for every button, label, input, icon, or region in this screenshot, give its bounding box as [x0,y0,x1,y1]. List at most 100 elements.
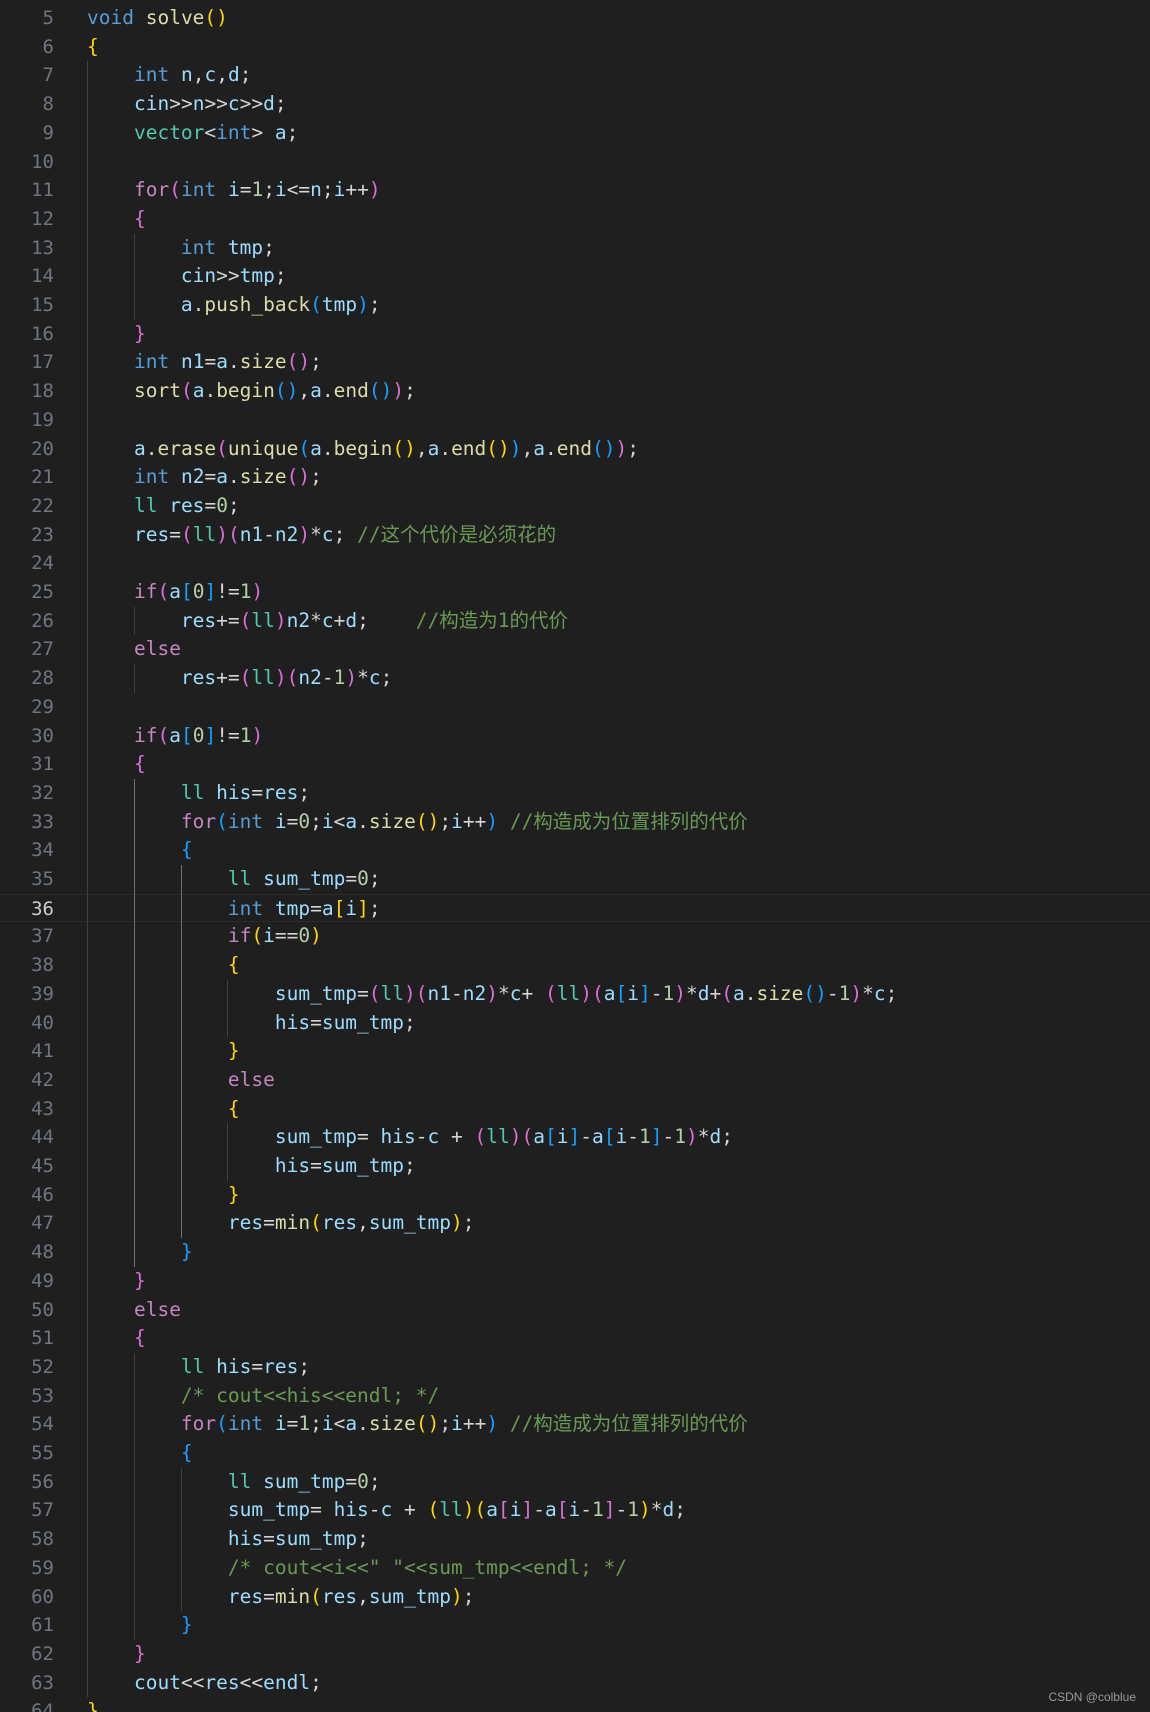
code-line[interactable]: 51 { [0,1324,1150,1353]
code-line[interactable]: 35 ll sum_tmp=0; [0,865,1150,894]
line-number: 6 [42,35,54,58]
code-line[interactable]: 24 [0,549,1150,578]
code-line[interactable]: 27 else [0,635,1150,664]
code-line[interactable]: 37 if(i==0) [0,922,1150,951]
code-line[interactable]: 32 ll his=res; [0,779,1150,808]
code-token: = [357,1125,381,1149]
code-line[interactable]: 55 { [0,1439,1150,1468]
code-line[interactable]: 10 [0,148,1150,177]
code-line[interactable]: 53 /* cout<<his<<endl; */ [0,1382,1150,1411]
code-line[interactable]: 31 { [0,750,1150,779]
code-line[interactable]: 20 a.erase(unique(a.begin(),a.end()),a.e… [0,435,1150,464]
code-token: res [133,522,170,546]
code-line[interactable]: 23 res=(ll)(n1-n2)*c; //这个代价是必须花的 [0,521,1150,550]
code-line[interactable]: 45 his=sum_tmp; [0,1152,1150,1181]
code-line[interactable]: 26 res+=(ll)n2*c+d; //构造为1的代价 [0,607,1150,636]
code-line[interactable]: 11 for(int i=1;i<=n;i++) [0,176,1150,205]
code-line[interactable]: 60 res=min(res,sum_tmp); [0,1583,1150,1612]
code-line[interactable]: 52 ll his=res; [0,1353,1150,1382]
code-token: c [380,1498,393,1522]
code-line[interactable]: 34 { [0,836,1150,865]
code-line[interactable]: 33 for(int i=0;i<a.size();i++) //构造成为位置排… [0,808,1150,837]
code-token: i [627,981,639,1005]
code-token: ++ [462,1412,487,1436]
code-token: n2 [180,465,205,489]
code-line[interactable]: 57 sum_tmp= his-c + (ll)(a[i]-a[i-1]-1)*… [0,1496,1150,1525]
code-line[interactable]: 6{ [0,33,1150,62]
code-line[interactable]: 29 [0,693,1150,722]
code-line[interactable]: 42 else [0,1066,1150,1095]
code-line[interactable]: 25 if(a[0]!=1) [0,578,1150,607]
line-number: 58 [31,1528,54,1551]
code-token: ; [286,120,299,144]
code-line[interactable]: 43 { [0,1095,1150,1124]
code-token: vector [133,120,205,144]
code-line[interactable]: 28 res+=(ll)(n2-1)*c; [0,664,1150,693]
code-line[interactable]: 50 else [0,1296,1150,1325]
code-line[interactable]: 56 ll sum_tmp=0; [0,1468,1150,1497]
code-token: a [345,1412,358,1436]
code-line[interactable]: 17 int n1=a.size(); [0,348,1150,377]
code-line[interactable]: 62 } [0,1640,1150,1669]
code-token: ll [227,867,252,890]
code-token: ( [169,178,181,202]
code-token: >> [216,264,240,288]
code-token: 0 [357,867,369,890]
code-line[interactable]: 18 sort(a.begin(),a.end()); [0,377,1150,406]
code-token: for [180,1412,217,1436]
code-line[interactable]: 49 } [0,1267,1150,1296]
line-code: res+=(ll)(n2-1)*c; [87,664,392,693]
code-line[interactable]: 16 } [0,320,1150,349]
code-token: i [274,1412,287,1436]
code-token: a [533,436,546,460]
line-number: 59 [31,1556,54,1579]
code-token: ; [368,896,381,920]
code-line[interactable]: 58 his=sum_tmp; [0,1525,1150,1554]
code-token: int [227,809,264,833]
code-line[interactable]: 8 cin>>n>>c>>d; [0,90,1150,119]
code-line[interactable]: 36 int tmp=a[i]; [0,893,1150,924]
code-line[interactable]: 19 [0,406,1150,435]
code-token: c [873,981,886,1005]
code-token: , [415,436,428,460]
code-line[interactable]: 9 vector<int> a; [0,119,1150,148]
line-code: sum_tmp=(ll)(n1-n2)*c+ (ll)(a[i]-1)*d+(a… [87,980,898,1009]
code-line[interactable]: 13 int tmp; [0,234,1150,263]
code-line[interactable]: 22 ll res=0; [0,492,1150,521]
code-line[interactable]: 38 { [0,951,1150,980]
code-line[interactable]: 39 sum_tmp=(ll)(n1-n2)*c+ (ll)(a[i]-1)*d… [0,980,1150,1009]
code-line[interactable]: 5 void solve() [0,4,1150,33]
code-line[interactable]: 44 sum_tmp= his-c + (ll)(a[i]-a[i-1]-1)*… [0,1123,1150,1152]
code-line[interactable]: 59 /* cout<<i<<" "<<sum_tmp<<endl; */ [0,1554,1150,1583]
code-line[interactable]: 41 } [0,1037,1150,1066]
code-token: size [239,350,287,374]
code-line[interactable]: 30 if(a[0]!=1) [0,722,1150,751]
line-code: int tmp; [87,234,275,263]
line-number: 10 [31,150,54,173]
code-line[interactable]: 21 int n2=a.size(); [0,463,1150,492]
line-code: int tmp=a[i]; [87,895,381,924]
code-line[interactable]: 63 cout<<res<<endl; [0,1669,1150,1698]
watermark: CSDN @colblue [1048,1690,1136,1704]
code-line[interactable]: 7 int n,c,d; [0,61,1150,90]
code-line[interactable]: 47 res=min(res,sum_tmp); [0,1209,1150,1238]
code-token: = [310,1498,334,1522]
code-line[interactable]: 61 } [0,1611,1150,1640]
line-number: 27 [31,638,54,661]
code-line[interactable]: 54 for(int i=1;i<a.size();i++) //构造成为位置排… [0,1410,1150,1439]
code-line[interactable]: 15 a.push_back(tmp); [0,291,1150,320]
code-token: sum_tmp [263,867,346,890]
code-line[interactable]: 48 } [0,1238,1150,1267]
line-code: } [87,1267,146,1296]
code-line[interactable]: 46 } [0,1181,1150,1210]
code-editor[interactable]: 5 void solve() 6{7 int n,c,d; 8 cin>>n>>c>>… [0,0,1150,1712]
code-line[interactable]: 14 cin>>tmp; [0,262,1150,291]
code-line[interactable]: 64} [0,1697,1150,1712]
code-line[interactable]: 40 his=sum_tmp; [0,1009,1150,1038]
code-token: ( [227,522,240,546]
line-number: 31 [31,753,54,776]
code-line[interactable]: 12 { [0,205,1150,234]
